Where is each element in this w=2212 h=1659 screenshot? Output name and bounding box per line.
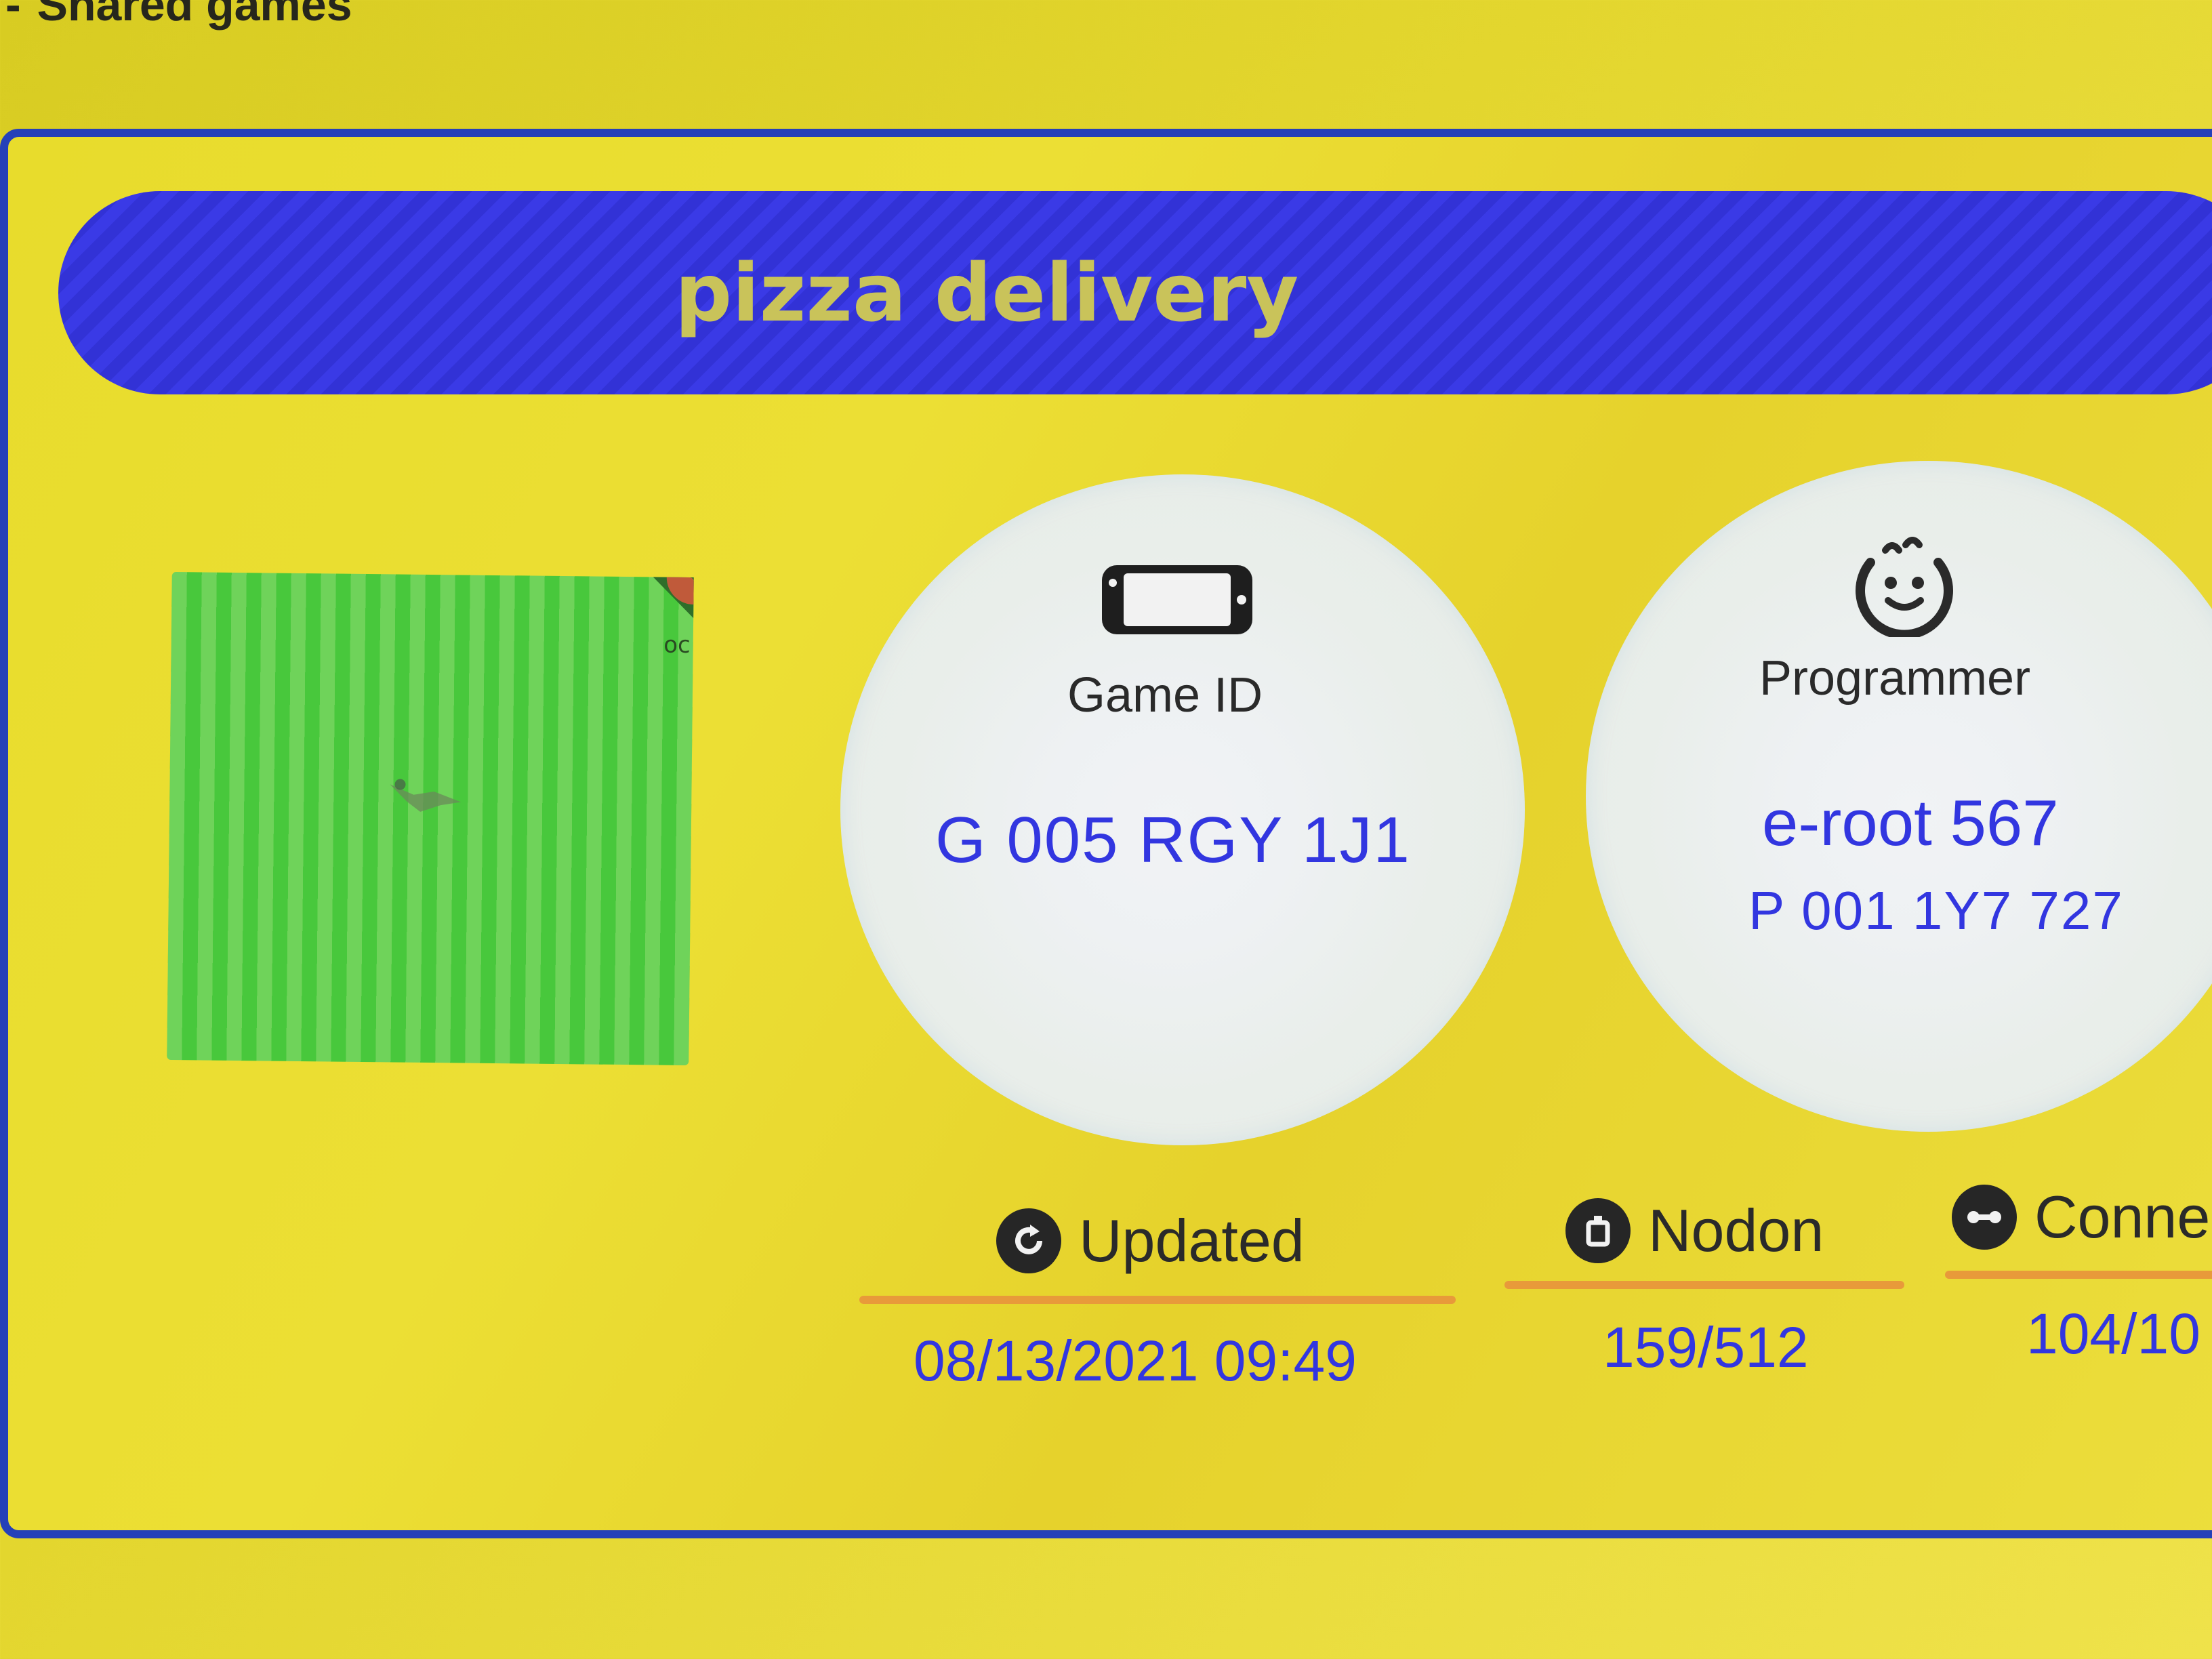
connection-label: Connect	[2034, 1183, 2212, 1250]
section-bullet: -	[5, 0, 21, 30]
programmer-label: Programmer	[1759, 651, 2031, 705]
game-id-value: G 005 RGY 1J1	[935, 804, 1411, 876]
nodon-label: Nodon	[1648, 1197, 1824, 1264]
programmer-name[interactable]: e-root 567	[1762, 786, 2059, 861]
section-title-text: Shared games	[37, 0, 352, 30]
thumbnail-mark: oc	[663, 631, 691, 659]
thumbnail-sprite	[390, 779, 462, 812]
updated-label: Updated	[1079, 1207, 1305, 1274]
section-title: - Shared games	[5, 0, 352, 31]
updated-stat-label: Updated	[996, 1206, 1305, 1275]
game-id-label: Game ID	[1067, 668, 1263, 722]
updated-divider	[859, 1296, 1456, 1304]
game-title-banner: pizza delivery	[58, 191, 2212, 394]
game-thumbnail[interactable]: oc	[167, 571, 694, 1066]
connection-stat-label: Connect	[1952, 1183, 2212, 1252]
connection-divider	[1945, 1271, 2212, 1279]
connection-value: 104/10	[2026, 1302, 2200, 1366]
game-title: pizza delivery	[674, 246, 1299, 340]
refresh-icon	[996, 1208, 1061, 1273]
nodon-icon	[1565, 1198, 1631, 1263]
programmer-id: P 001 1Y7 727	[1748, 880, 2124, 941]
connection-icon	[1952, 1185, 2017, 1250]
nodon-value: 159/512	[1603, 1315, 1809, 1379]
updated-value: 08/13/2021 09:49	[914, 1329, 1357, 1393]
nodon-divider	[1504, 1281, 1904, 1289]
nodon-stat-label: Nodon	[1565, 1196, 1824, 1265]
console-icon	[1102, 565, 1252, 634]
face-icon	[1856, 537, 1953, 637]
